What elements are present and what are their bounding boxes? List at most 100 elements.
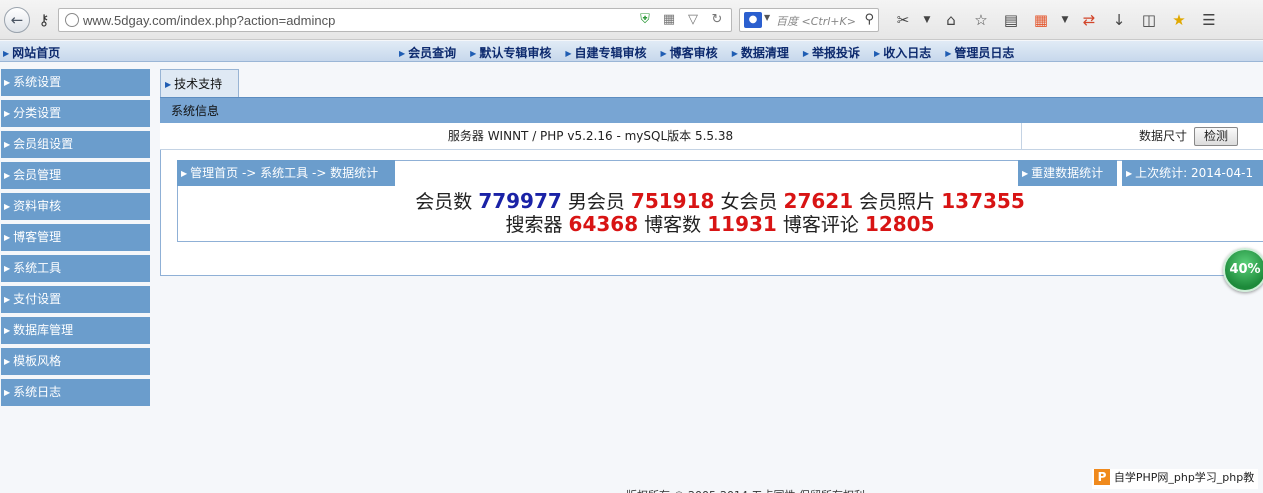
- last-stat-info: ▶ 上次统计: 2014-04-1: [1122, 160, 1263, 186]
- rebuild-stats-label[interactable]: 重建数据统计: [1031, 166, 1103, 180]
- data-size-label: 数据尺寸: [1138, 129, 1187, 143]
- sidebar-item-label: 分类设置: [13, 106, 62, 120]
- members-count: 779977: [478, 189, 562, 213]
- search-input[interactable]: 百度 <Ctrl+K>: [776, 13, 856, 29]
- screenshot-icon[interactable]: ✂: [888, 9, 918, 31]
- sync-arrows-icon[interactable]: ⇄: [1074, 9, 1104, 31]
- arrow-icon: ▶: [565, 49, 572, 58]
- watermark-text: 自学PHP网_php学习_php教: [1113, 471, 1255, 484]
- photos-label: 会员照片: [859, 191, 936, 213]
- windows-logo-icon[interactable]: ▦: [1026, 9, 1056, 31]
- download-icon[interactable]: ↓: [1104, 9, 1134, 31]
- nav-home-link[interactable]: ▶ 网站首页: [3, 44, 60, 61]
- key-icon[interactable]: ⚷: [34, 10, 54, 30]
- nav-link-label[interactable]: 博客审核: [670, 46, 718, 60]
- nav-link-default-album-review[interactable]: ▶ 默认专辑审核: [470, 44, 551, 61]
- arrow-icon: ▶: [4, 78, 11, 87]
- check-button[interactable]: 检测: [1194, 127, 1238, 146]
- sidebar-item-database-management[interactable]: ▶ 数据库管理: [1, 317, 150, 344]
- server-info: 服务器 WINNT / PHP v5.2.16 - mySQL版本 5.5.38: [160, 123, 1022, 150]
- photos-count: 137355: [941, 189, 1025, 213]
- searches-count: 64368: [568, 212, 639, 236]
- sidebar-item-profile-review[interactable]: ▶ 资料审核: [1, 193, 150, 220]
- search-icon[interactable]: ⚲: [864, 12, 874, 27]
- bookmarks-list-icon[interactable]: ▤: [996, 9, 1026, 31]
- menu-icon[interactable]: ☰: [1194, 9, 1224, 31]
- arrow-icon: ▶: [4, 202, 11, 211]
- arrow-icon: ▶: [1126, 169, 1133, 178]
- dropdown-triangle-icon[interactable]: ▽: [685, 12, 701, 28]
- sidebar-item-system-tools[interactable]: ▶ 系统工具: [1, 255, 150, 282]
- sidebar-item-blog-management[interactable]: ▶ 博客管理: [1, 224, 150, 251]
- sidebar-item-system-settings[interactable]: ▶ 系统设置: [1, 69, 150, 96]
- stats-line-blogs: 搜索器 64368 博客数 11931 博客评论 12805: [177, 212, 1263, 237]
- home-icon[interactable]: ⌂: [936, 9, 966, 31]
- nav-link-reports[interactable]: ▶ 举报投诉: [803, 44, 860, 61]
- tab-tech-support[interactable]: ▶ 技术支持: [160, 69, 239, 98]
- nav-link-label[interactable]: 默认专辑审核: [479, 46, 551, 60]
- search-bar[interactable]: ● ▼ 百度 <Ctrl+K> ⚲: [739, 8, 879, 32]
- arrow-icon: ▶: [731, 49, 738, 58]
- sidebar-item-member-management[interactable]: ▶ 会员管理: [1, 162, 150, 189]
- extension-star-icon[interactable]: ★: [1164, 9, 1194, 31]
- address-bar[interactable]: www.5dgay.com/index.php?action=admincp ⛨…: [58, 8, 732, 32]
- back-arrow-icon[interactable]: ←: [4, 7, 30, 33]
- breadcrumb-text[interactable]: 管理首页 -> 系统工具 -> 数据统计: [190, 166, 378, 180]
- tab-label: 技术支持: [174, 77, 223, 91]
- nav-link-label[interactable]: 举报投诉: [812, 46, 860, 60]
- sidebar-item-template-style[interactable]: ▶ 模板风格: [1, 348, 150, 375]
- nav-link-admin-log[interactable]: ▶ 管理员日志: [945, 44, 1014, 61]
- sidebar: ▶ 系统设置 ▶ 分类设置 ▶ 会员组设置 ▶ 会员管理 ▶ 资料审核 ▶ 博客管理 ▶ 系统…: [1, 69, 150, 410]
- sidebar-item-payment-settings[interactable]: ▶ 支付设置: [1, 286, 150, 313]
- baidu-paw-icon[interactable]: ●: [744, 12, 762, 28]
- dropdown-arrow-icon[interactable]: ▼: [1056, 9, 1074, 31]
- rebuild-stats-button[interactable]: ▶ 重建数据统计: [1018, 160, 1117, 186]
- dropdown-arrow-icon[interactable]: ▼: [918, 9, 936, 31]
- sidebar-item-label: 系统日志: [13, 385, 62, 399]
- sidebar-item-member-groups[interactable]: ▶ 会员组设置: [1, 131, 150, 158]
- arrow-icon: ▶: [4, 326, 11, 335]
- nav-link-label[interactable]: 收入日志: [883, 46, 931, 60]
- tab-bar: ▶ 技术支持: [160, 69, 1263, 98]
- nav-link-label[interactable]: 管理员日志: [954, 46, 1014, 60]
- reload-icon[interactable]: ↻: [709, 12, 725, 28]
- php-logo-icon: P: [1094, 469, 1110, 485]
- nav-link-member-query[interactable]: ▶ 会员查询: [399, 44, 456, 61]
- qr-code-icon[interactable]: ▦: [661, 12, 677, 28]
- url-text[interactable]: www.5dgay.com/index.php?action=admincp: [83, 13, 335, 28]
- blogs-label: 博客数: [644, 214, 702, 236]
- arrow-icon: ▶: [399, 49, 406, 58]
- sidebar-item-label: 模板风格: [13, 354, 62, 368]
- sidebar-item-label: 博客管理: [13, 230, 62, 244]
- nav-link-label[interactable]: 自建专辑审核: [575, 46, 647, 60]
- last-stat-text: 上次统计: 2014-04-1: [1135, 166, 1254, 180]
- female-count: 27621: [783, 189, 854, 213]
- nav-link-custom-album-review[interactable]: ▶ 自建专辑审核: [565, 44, 646, 61]
- shield-icon[interactable]: ⛨: [637, 12, 653, 28]
- arrow-icon: ▶: [470, 49, 477, 58]
- sidebar-item-label: 系统工具: [13, 261, 62, 275]
- search-engine-dropdown-icon[interactable]: ▼: [764, 13, 770, 22]
- nav-link-label[interactable]: 数据清理: [741, 46, 789, 60]
- server-info-row: 服务器 WINNT / PHP v5.2.16 - mySQL版本 5.5.38…: [160, 123, 1263, 150]
- male-label: 男会员: [567, 191, 625, 213]
- reader-icon[interactable]: ◫: [1134, 9, 1164, 31]
- arrow-icon: ▶: [4, 295, 11, 304]
- comments-label: 博客评论: [782, 214, 859, 236]
- globe-icon: [65, 13, 79, 27]
- nav-link-income-log[interactable]: ▶ 收入日志: [874, 44, 931, 61]
- arrow-icon: ▶: [945, 49, 952, 58]
- nav-link-label[interactable]: 会员查询: [408, 46, 456, 60]
- nav-home-label[interactable]: 网站首页: [12, 46, 60, 60]
- star-icon[interactable]: ☆: [966, 9, 996, 31]
- arrow-icon: ▶: [4, 357, 11, 366]
- nav-link-data-cleanup[interactable]: ▶ 数据清理: [732, 44, 789, 61]
- sidebar-item-system-log[interactable]: ▶ 系统日志: [1, 379, 150, 406]
- female-label: 女会员: [720, 191, 778, 213]
- arrow-icon: ▶: [4, 171, 11, 180]
- progress-circle[interactable]: 40%: [1223, 248, 1263, 292]
- arrow-icon: ▶: [4, 233, 11, 242]
- sidebar-item-category-settings[interactable]: ▶ 分类设置: [1, 100, 150, 127]
- footer-text: 版权所有 © 2005-2014 五点同性 保留所有权利: [626, 487, 865, 493]
- nav-link-blog-review[interactable]: ▶ 博客审核: [661, 44, 718, 61]
